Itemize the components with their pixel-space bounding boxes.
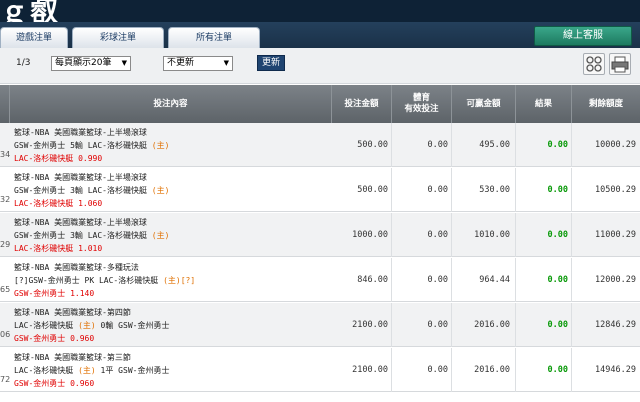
bet-amount: 2100.00 — [352, 365, 388, 375]
column-header-id — [0, 85, 10, 123]
bet-amount: 500.00 — [357, 185, 388, 195]
bet-match: GSW-金州勇士 3輸 LAC-洛杉磯快艇 (主) — [14, 186, 170, 195]
bet-content: 籃球-NBA 美國職業籃球-第四節 LAC-洛杉磯快艇 (主) 0輸 GSW-金… — [14, 306, 169, 345]
tab-all-bets[interactable]: 所有注單 — [168, 27, 260, 48]
table-row: 29 籃球-NBA 美國職業籃球-上半場滾球 GSW-金州勇士 3輸 LAC-洛… — [0, 213, 640, 257]
bet-id: 32 — [0, 195, 11, 204]
win-amount: 495.00 — [479, 140, 510, 150]
bet-result: 0.00 — [547, 140, 568, 150]
valid-bet: 0.00 — [427, 365, 448, 375]
column-header-balance: 剩餘額度 — [588, 98, 623, 109]
chevron-down-icon: ▼ — [223, 59, 229, 67]
bet-content: 籃球-NBA 美國職業籃球-第三節 LAC-洛杉磯快艇 (主) 1平 GSW-金… — [14, 351, 169, 390]
balance: 11000.29 — [595, 230, 636, 240]
bet-match: GSW-金州勇士 5輸 LAC-洛杉磯快艇 (主) — [14, 141, 170, 150]
bet-id: 29 — [0, 240, 11, 249]
balance: 14946.29 — [595, 365, 636, 375]
win-amount: 2016.00 — [474, 320, 510, 330]
valid-bet: 0.00 — [427, 320, 448, 330]
balance: 10000.29 — [595, 140, 636, 150]
win-amount: 530.00 — [479, 185, 510, 195]
print-icon-glyph — [611, 56, 629, 73]
valid-bet: 0.00 — [427, 185, 448, 195]
bet-result: 0.00 — [547, 185, 568, 195]
tab-strip: 遊戲注單 彩球注單 所有注單 線上客服 — [0, 22, 640, 48]
bet-match: [?]GSW-金州勇士 PK LAC-洛杉磯快艇 (主)[?] — [14, 276, 196, 285]
valid-bet: 0.00 — [427, 140, 448, 150]
bet-league: 籃球-NBA 美國職業籃球-上半場滾球 — [14, 218, 147, 227]
toolbar: 1/3 每頁顯示20筆 ▼ 不更新 ▼ 更新 — [0, 48, 640, 84]
bet-pick: GSW-金州勇士 0.960 — [14, 334, 95, 343]
bet-match: LAC-洛杉磯快艇 (主) 1平 GSW-金州勇士 — [14, 366, 170, 375]
table-header: 投注內容 投注金額 體育 有效投注 可贏金額 結果 剩餘額度 — [0, 85, 640, 123]
bet-match: GSW-金州勇士 3輸 LAC-洛杉磯快艇 (主) — [14, 231, 170, 240]
page-info: 1/3 — [16, 58, 31, 68]
bet-pick: LAC-洛杉磯快艇 1.010 — [14, 244, 103, 253]
bet-content: 籃球-NBA 美國職業籃球-上半場滾球 GSW-金州勇士 5輸 LAC-洛杉磯快… — [14, 126, 169, 165]
win-amount: 1010.00 — [474, 230, 510, 240]
column-header-content: 投注內容 — [10, 85, 332, 123]
table-row: 34 籃球-NBA 美國職業籃球-上半場滾球 GSW-金州勇士 5輸 LAC-洛… — [0, 123, 640, 167]
bet-result: 0.00 — [547, 365, 568, 375]
bet-result: 0.00 — [547, 230, 568, 240]
per-page-select[interactable]: 每頁顯示20筆 ▼ — [51, 56, 131, 71]
refresh-mode-value: 不更新 — [167, 58, 195, 68]
bet-pick: GSW-金州勇士 1.140 — [14, 289, 95, 298]
bet-id: 72 — [0, 375, 11, 384]
refresh-mode-select[interactable]: 不更新 ▼ — [163, 56, 233, 71]
bet-pick: LAC-洛杉磯快艇 1.060 — [14, 199, 103, 208]
print-icon[interactable] — [609, 53, 631, 75]
bet-result: 0.00 — [547, 320, 568, 330]
bet-league: 籃球-NBA 美國職業籃球-第三節 — [14, 353, 131, 362]
bet-id: 34 — [0, 150, 11, 159]
online-service-button[interactable]: 線上客服 — [534, 26, 632, 46]
table-row: 32 籃球-NBA 美國職業籃球-上半場滾球 GSW-金州勇士 3輸 LAC-洛… — [0, 168, 640, 212]
bet-amount: 2100.00 — [352, 320, 388, 330]
bet-result: 0.00 — [547, 275, 568, 285]
expand-icon-glyph — [586, 56, 602, 72]
column-header-amount: 投注金額 — [332, 85, 392, 123]
valid-bet: 0.00 — [427, 230, 448, 240]
expand-icon[interactable] — [583, 53, 605, 75]
balance: 12846.29 — [595, 320, 636, 330]
bet-match: LAC-洛杉磯快艇 (主) 0輸 GSW-金州勇士 — [14, 321, 170, 330]
chevron-down-icon: ▼ — [121, 59, 127, 67]
bet-id: 06 — [0, 330, 11, 339]
bet-league: 籃球-NBA 美國職業籃球-上半場滾球 — [14, 173, 147, 182]
table-row: 06 籃球-NBA 美國職業籃球-第四節 LAC-洛杉磯快艇 (主) 0輸 GS… — [0, 303, 640, 347]
bet-amount: 500.00 — [357, 140, 388, 150]
bet-amount: 1000.00 — [352, 230, 388, 240]
bet-id: 65 — [0, 285, 11, 294]
bet-content: 籃球-NBA 美國職業籃球-上半場滾球 GSW-金州勇士 3輸 LAC-洛杉磯快… — [14, 171, 169, 210]
table-row: 65 籃球-NBA 美國職業籃球-多種玩法 [?]GSW-金州勇士 PK LAC… — [0, 258, 640, 302]
bet-league: 籃球-NBA 美國職業籃球-多種玩法 — [14, 263, 139, 272]
bet-content: 籃球-NBA 美國職業籃球-上半場滾球 GSW-金州勇士 3輸 LAC-洛杉磯快… — [14, 216, 169, 255]
column-header-win-amount: 可贏金額 — [452, 85, 516, 123]
table-row: 72 籃球-NBA 美國職業籃球-第三節 LAC-洛杉磯快艇 (主) 1平 GS… — [0, 348, 640, 392]
per-page-value: 每頁顯示20筆 — [55, 58, 112, 68]
win-amount: 2016.00 — [474, 365, 510, 375]
bet-league: 籃球-NBA 美國職業籃球-第四節 — [14, 308, 131, 317]
bet-league: 籃球-NBA 美國職業籃球-上半場滾球 — [14, 128, 147, 137]
update-button[interactable]: 更新 — [257, 55, 285, 71]
bet-amount: 846.00 — [357, 275, 388, 285]
bet-pick: LAC-洛杉磯快艇 0.990 — [14, 154, 103, 163]
tab-game-bets[interactable]: 遊戲注單 — [0, 27, 68, 48]
balance: 12000.29 — [595, 275, 636, 285]
balance: 10500.29 — [595, 185, 636, 195]
column-header-valid-bet: 體育 有效投注 — [392, 85, 452, 123]
win-amount: 964.44 — [479, 275, 510, 285]
column-header-result: 結果 — [516, 85, 572, 123]
tab-lottery-bets[interactable]: 彩球注單 — [72, 27, 164, 48]
valid-bet: 0.00 — [427, 275, 448, 285]
bet-content: 籃球-NBA 美國職業籃球-多種玩法 [?]GSW-金州勇士 PK LAC-洛杉… — [14, 261, 195, 300]
bet-pick: GSW-金州勇士 0.960 — [14, 379, 95, 388]
